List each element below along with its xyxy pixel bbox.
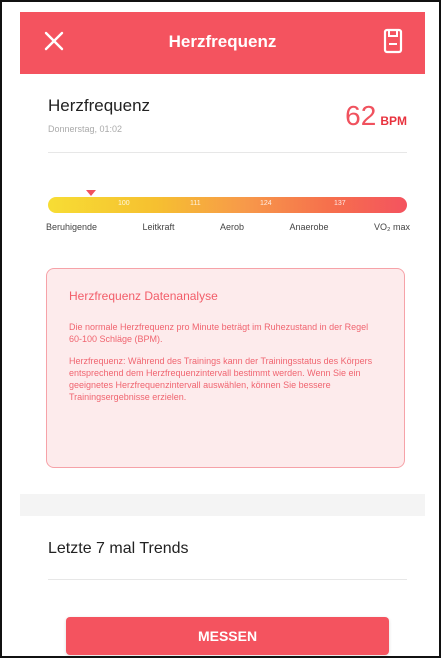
content-area: Herzfrequenz Donnerstag, 01:02 62 BPM 100… [20,74,425,656]
zone-label-rest: Beruhigende [46,222,98,232]
divider [48,152,407,153]
heart-rate-zone-bar: 100 111 124 137 [48,197,407,213]
zone-label-vo2max: VO₂ max [373,222,410,232]
app-bar: Herzfrequenz [20,12,425,74]
zone-tick: 124 [260,200,272,207]
divider [48,579,407,580]
save-icon[interactable] [383,28,403,54]
zone-tick: 100 [118,200,130,207]
measure-button[interactable]: MESSEN [66,617,389,655]
zone-label-anaerobic: Anaerobe [289,222,329,232]
current-zone-marker [86,190,96,196]
zone-label-fatburn: Leitkraft [142,222,175,232]
analysis-paragraph-normal: Die normale Herzfrequenz pro Minute betr… [69,322,369,344]
zone-tick: 111 [190,200,201,207]
page-title: Herzfrequenz [168,32,277,51]
phone-frame: Herzfrequenz Herzfrequenz Donnerstag, 01… [0,0,441,658]
analysis-paragraph-training: Herzfrequenz: Während des Trainings kann… [69,356,373,402]
heart-rate-label: Herzfrequenz [48,96,151,115]
zone-label-aerobic: Aerob [219,222,244,232]
bpm-number: 62 [345,100,377,131]
bpm-unit: BPM [380,114,407,128]
data-analysis-card: Herzfrequenz Datenanalyse Die normale He… [46,268,405,468]
zone-tick: 137 [334,200,346,207]
trends-title: Letzte 7 mal Trends [48,540,189,557]
section-separator [20,494,425,516]
zone-labels: Beruhigende Leitkraft Aerob Anaerobe VO₂… [46,222,410,232]
heart-rate-value: 62 BPM [345,102,407,135]
analysis-title: Herzfrequenz Datenanalyse [69,289,218,303]
measurement-date: Donnerstag, 01:02 [48,124,123,134]
